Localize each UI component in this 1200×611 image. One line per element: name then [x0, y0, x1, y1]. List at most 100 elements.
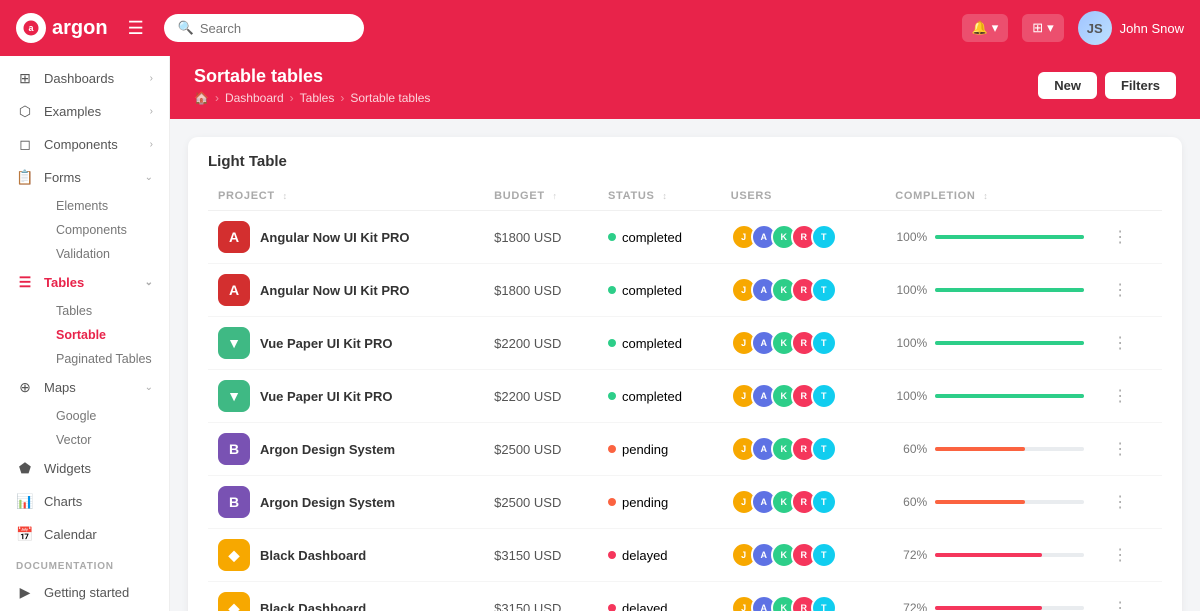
- completion-wrapper: 72%: [895, 548, 1084, 562]
- sidebar-item-forms[interactable]: 📋 Forms ⌄: [0, 161, 169, 194]
- breadcrumb: 🏠 › Dashboard › Tables › Sortable tables: [194, 91, 430, 105]
- new-button[interactable]: New: [1038, 72, 1097, 99]
- budget-cell: $2200 USD: [484, 370, 598, 423]
- avatars-group: JAKRT: [731, 224, 876, 250]
- copy-button[interactable]: ⊞ ▾: [1022, 14, 1063, 42]
- sidebar-subitem-sortable[interactable]: Sortable: [44, 323, 169, 347]
- budget-cell: $2500 USD: [484, 423, 598, 476]
- sidebar-item-tables[interactable]: ☰ Tables ⌄: [0, 266, 169, 299]
- completion-percent: 60%: [895, 495, 927, 509]
- more-button[interactable]: ⋮: [1104, 382, 1136, 410]
- more-button[interactable]: ⋮: [1104, 488, 1136, 516]
- breadcrumb-sep2: ›: [290, 91, 294, 105]
- sidebar-subitem-validation[interactable]: Validation: [44, 242, 169, 266]
- project-icon: A: [218, 274, 250, 306]
- project-name: Black Dashboard: [260, 601, 366, 611]
- user-avatar: T: [811, 224, 837, 250]
- more-button[interactable]: ⋮: [1104, 329, 1136, 357]
- search-box: 🔍: [164, 14, 364, 42]
- completion-percent: 100%: [895, 336, 927, 350]
- notification-button[interactable]: 🔔 ▾: [962, 14, 1009, 42]
- project-icon: ◆: [218, 592, 250, 611]
- sidebar: ⊞ Dashboards › ⬡ Examples › ◻ Components…: [0, 56, 170, 611]
- sidebar-item-components[interactable]: ◻ Components ›: [0, 128, 169, 161]
- breadcrumb-home-icon: 🏠: [194, 91, 209, 105]
- sidebar-subitem-elements[interactable]: Elements: [44, 194, 169, 218]
- project-cell: A Angular Now UI Kit PRO: [218, 274, 474, 306]
- col-budget[interactable]: BUDGET ↑: [484, 182, 598, 211]
- sidebar-subitem-tables[interactable]: Tables: [44, 299, 169, 323]
- sidebar-item-dashboards[interactable]: ⊞ Dashboards ›: [0, 62, 169, 95]
- completion-wrapper: 100%: [895, 283, 1084, 297]
- sidebar-item-label: Tables: [44, 275, 84, 290]
- status-cell: completed: [608, 336, 711, 351]
- more-button[interactable]: ⋮: [1104, 594, 1136, 611]
- breadcrumb-tables[interactable]: Tables: [300, 91, 335, 105]
- users-cell: JAKRT: [721, 476, 886, 529]
- budget-cell: $3150 USD: [484, 582, 598, 611]
- more-button[interactable]: ⋮: [1104, 276, 1136, 304]
- more-button[interactable]: ⋮: [1104, 435, 1136, 463]
- user-area[interactable]: JS John Snow: [1078, 11, 1184, 45]
- chevron-icon: ›: [150, 73, 153, 84]
- sidebar-doc-label: DOCUMENTATION: [0, 551, 169, 576]
- completion-percent: 100%: [895, 230, 927, 244]
- breadcrumb-dashboard[interactable]: Dashboard: [225, 91, 284, 105]
- progress-bar-fill: [935, 394, 1084, 398]
- project-icon: ▼: [218, 380, 250, 412]
- table-row: ◆ Black Dashboard $3150 USD delayed JAKR…: [208, 529, 1162, 582]
- completion-cell: 100%: [885, 317, 1094, 370]
- maps-submenu: Google Vector: [0, 404, 169, 452]
- status-dot: [608, 392, 616, 400]
- status-label: completed: [622, 336, 682, 351]
- completion-wrapper: 100%: [895, 389, 1084, 403]
- user-avatar: T: [811, 330, 837, 356]
- completion-cell: 72%: [885, 582, 1094, 611]
- search-icon: 🔍: [178, 20, 194, 36]
- filters-button[interactable]: Filters: [1105, 72, 1176, 99]
- col-users: USERS: [721, 182, 886, 211]
- components-icon: ◻: [16, 136, 34, 153]
- avatars-group: JAKRT: [731, 542, 876, 568]
- sidebar-subitem-vector[interactable]: Vector: [44, 428, 169, 452]
- more-button[interactable]: ⋮: [1104, 541, 1136, 569]
- status-cell: completed: [608, 389, 711, 404]
- search-input[interactable]: [200, 21, 340, 36]
- project-name: Vue Paper UI Kit PRO: [260, 389, 392, 404]
- budget-cell: $2200 USD: [484, 317, 598, 370]
- sidebar-item-getting-started[interactable]: ▶ Getting started: [0, 576, 169, 609]
- avatars-group: JAKRT: [731, 489, 876, 515]
- col-completion[interactable]: COMPLETION ↕: [885, 182, 1094, 211]
- content: Light Table PROJECT ↕ BUDGET ↑ STATUS ↕ …: [170, 119, 1200, 611]
- status-dot: [608, 286, 616, 294]
- table-card: Light Table PROJECT ↕ BUDGET ↑ STATUS ↕ …: [188, 137, 1182, 611]
- sidebar-subitem-paginated[interactable]: Paginated Tables: [44, 347, 169, 371]
- completion-percent: 72%: [895, 601, 927, 611]
- col-status[interactable]: STATUS ↕: [598, 182, 721, 211]
- hamburger-icon[interactable]: ☰: [128, 18, 144, 39]
- sidebar-item-calendar[interactable]: 📅 Calendar: [0, 518, 169, 551]
- status-label: completed: [622, 283, 682, 298]
- user-avatar: T: [811, 595, 837, 611]
- sidebar-subitem-components[interactable]: Components: [44, 218, 169, 242]
- status-label: completed: [622, 389, 682, 404]
- breadcrumb-sep3: ›: [340, 91, 344, 105]
- status-cell: delayed: [608, 601, 711, 611]
- status-dot: [608, 445, 616, 453]
- sidebar-item-widgets[interactable]: ⬟ Widgets: [0, 452, 169, 485]
- progress-bar-bg: [935, 606, 1084, 610]
- completion-percent: 60%: [895, 442, 927, 456]
- more-button[interactable]: ⋮: [1104, 223, 1136, 251]
- user-avatar: T: [811, 542, 837, 568]
- users-cell: JAKRT: [721, 211, 886, 264]
- project-cell: ◆ Black Dashboard: [218, 592, 474, 611]
- sidebar-item-charts[interactable]: 📊 Charts: [0, 485, 169, 518]
- user-name: John Snow: [1120, 21, 1184, 36]
- col-project[interactable]: PROJECT ↕: [208, 182, 484, 211]
- status-dot: [608, 604, 616, 611]
- sidebar-item-maps[interactable]: ⊕ Maps ⌄: [0, 371, 169, 404]
- sidebar-subitem-google[interactable]: Google: [44, 404, 169, 428]
- user-avatar: T: [811, 489, 837, 515]
- budget-cell: $3150 USD: [484, 529, 598, 582]
- sidebar-item-examples[interactable]: ⬡ Examples ›: [0, 95, 169, 128]
